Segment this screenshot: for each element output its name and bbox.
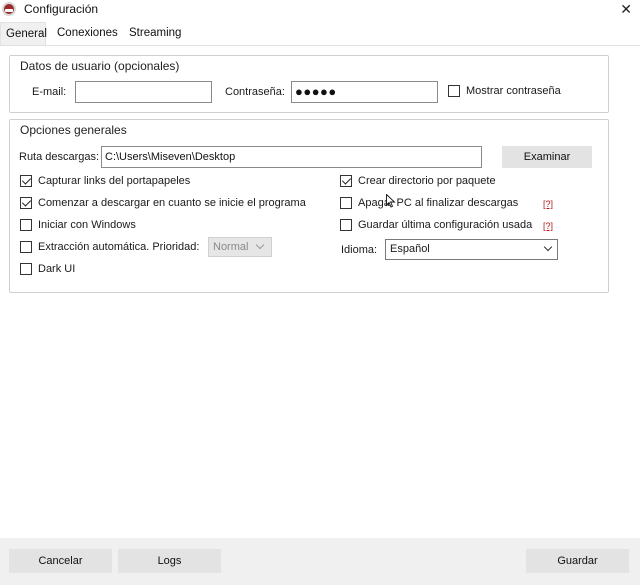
- save-config-label: Guardar última configuración usada: [358, 219, 533, 231]
- cancel-button[interactable]: Cancelar: [9, 549, 112, 573]
- chevron-down-icon: [543, 242, 553, 252]
- autostart-download-label: Comenzar a descargar en cuanto se inicie…: [38, 197, 306, 209]
- window-title: Configuración: [24, 2, 99, 16]
- priority-value: Normal: [213, 241, 249, 253]
- shutdown-pc-label: Apagar PC al finalizar descargas: [358, 197, 519, 209]
- browse-button[interactable]: Examinar: [502, 146, 592, 168]
- tab-streaming[interactable]: Streaming: [124, 22, 186, 46]
- path-label: Ruta descargas:: [19, 151, 100, 163]
- download-path-field[interactable]: C:\Users\Miseven\Desktop: [101, 146, 482, 168]
- logs-button[interactable]: Logs: [118, 549, 221, 573]
- title-bar: Configuración ✕: [0, 0, 640, 20]
- show-password-checkbox[interactable]: [448, 85, 460, 97]
- tab-general[interactable]: General: [0, 22, 47, 46]
- close-icon[interactable]: ✕: [620, 1, 632, 18]
- save-config-help-link[interactable]: [?]: [543, 221, 553, 231]
- language-select[interactable]: Español: [385, 239, 558, 260]
- dark-ui-label: Dark UI: [38, 263, 76, 275]
- tab-divider: [0, 45, 640, 46]
- language-value: Español: [390, 243, 430, 255]
- package-directory-label: Crear directorio por paquete: [358, 175, 496, 187]
- tab-bar: General Conexiones Streaming: [0, 22, 640, 46]
- password-label: Contraseña:: [225, 86, 285, 98]
- clipboard-capture-label: Capturar links del portapapeles: [38, 175, 191, 187]
- user-data-title: Datos de usuario (opcionales): [20, 59, 180, 73]
- start-with-windows-label: Iniciar con Windows: [38, 219, 136, 231]
- priority-select[interactable]: Normal: [208, 237, 272, 257]
- general-options-group: Opciones generales Ruta descargas: C:\Us…: [9, 119, 609, 293]
- app-logo-icon: [2, 2, 16, 16]
- footer-bar: Cancelar Logs Guardar: [0, 538, 640, 585]
- show-password-label: Mostrar contraseña: [466, 85, 561, 97]
- chevron-down-icon: [255, 240, 265, 250]
- save-button[interactable]: Guardar: [526, 549, 629, 573]
- dark-ui-checkbox[interactable]: [20, 263, 32, 275]
- autostart-download-checkbox[interactable]: [20, 197, 32, 209]
- mouse-cursor-icon: [386, 194, 396, 208]
- user-data-group: Datos de usuario (opcionales) E-mail: Co…: [9, 55, 609, 113]
- start-with-windows-checkbox[interactable]: [20, 219, 32, 231]
- auto-extract-label: Extracción automática. Prioridad:: [38, 241, 200, 253]
- email-label: E-mail:: [32, 86, 67, 98]
- auto-extract-checkbox[interactable]: [20, 241, 32, 253]
- general-options-title: Opciones generales: [20, 123, 127, 137]
- language-label: Idioma:: [341, 244, 378, 256]
- tab-conexiones[interactable]: Conexiones: [52, 22, 123, 46]
- email-field[interactable]: [75, 81, 212, 103]
- password-field[interactable]: ●●●●●: [291, 81, 438, 103]
- save-config-checkbox[interactable]: [340, 219, 352, 231]
- clipboard-capture-checkbox[interactable]: [20, 175, 32, 187]
- package-directory-checkbox[interactable]: [340, 175, 352, 187]
- shutdown-help-link[interactable]: [?]: [543, 199, 553, 209]
- shutdown-pc-checkbox[interactable]: [340, 197, 352, 209]
